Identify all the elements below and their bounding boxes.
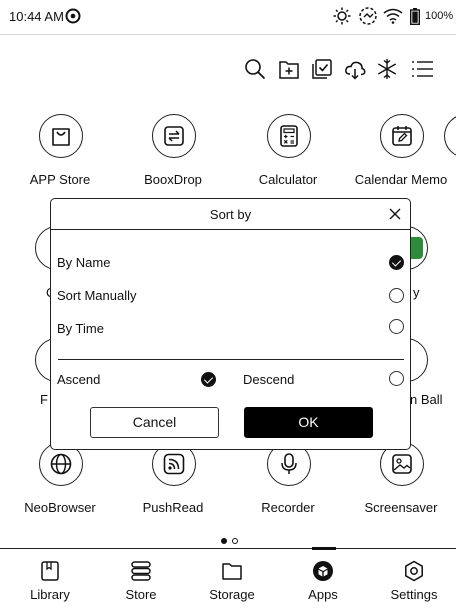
app-label: PushRead bbox=[142, 500, 204, 515]
app-label: Calendar Memo bbox=[354, 172, 448, 187]
apps-cube-icon bbox=[313, 561, 333, 581]
folder-icon bbox=[222, 563, 242, 580]
cloud-icon[interactable] bbox=[344, 58, 366, 80]
order-descend[interactable]: Descend bbox=[237, 369, 410, 393]
add-folder-icon[interactable] bbox=[278, 58, 300, 80]
dialog-title: Sort by bbox=[209, 207, 252, 222]
partial-app-label: y bbox=[413, 285, 420, 300]
sort-dialog: Sort by By Name Sort Manually By Time As… bbox=[50, 198, 411, 450]
nav-library[interactable]: Library bbox=[4, 549, 96, 608]
option-label: Ascend bbox=[57, 372, 101, 387]
option-label: By Name bbox=[57, 255, 111, 270]
calendar-icon bbox=[380, 114, 424, 158]
app-pushread[interactable]: PushRead bbox=[117, 442, 229, 522]
freeze-icon[interactable] bbox=[376, 58, 398, 80]
app-booxdrop[interactable]: BooxDrop bbox=[117, 114, 229, 194]
status-time: 10:44 AM bbox=[9, 9, 64, 24]
library-icon bbox=[41, 561, 59, 581]
dialog-divider bbox=[51, 229, 410, 230]
bottom-nav: Library Store Storage Apps Settings bbox=[0, 547, 456, 608]
menu-icon[interactable] bbox=[410, 58, 433, 80]
option-label: Sort Manually bbox=[57, 288, 137, 303]
app-label: BooxDrop bbox=[144, 172, 202, 187]
nav-apps[interactable]: Apps bbox=[277, 549, 369, 608]
nav-label: Store bbox=[125, 587, 157, 602]
ok-button[interactable]: OK bbox=[244, 407, 373, 438]
app-app-store[interactable]: APP Store bbox=[4, 114, 116, 194]
nav-storage[interactable]: Storage bbox=[186, 549, 278, 608]
page-dot[interactable] bbox=[232, 538, 238, 544]
radio-checked[interactable] bbox=[201, 372, 216, 387]
radio-unchecked[interactable] bbox=[389, 319, 404, 334]
search-icon[interactable] bbox=[244, 58, 266, 80]
app-recorder[interactable]: Recorder bbox=[232, 442, 344, 522]
order-ascend[interactable]: Ascend bbox=[51, 369, 231, 393]
radio-unchecked[interactable] bbox=[389, 288, 404, 303]
app-screensaver[interactable]: Screensaver bbox=[345, 442, 456, 522]
app-neobrowser[interactable]: NeoBrowser bbox=[4, 442, 116, 522]
transfer-icon bbox=[152, 114, 196, 158]
sync-icon bbox=[358, 6, 378, 31]
nav-label: Apps bbox=[308, 587, 338, 602]
no-disturb-icon bbox=[65, 8, 81, 29]
sort-option-sort-manually[interactable]: Sort Manually bbox=[51, 284, 410, 308]
battery-percent: 100% bbox=[425, 10, 454, 22]
calculator-icon bbox=[267, 114, 311, 158]
bag-icon bbox=[39, 114, 83, 158]
battery-icon bbox=[409, 8, 421, 30]
nav-label: Settings bbox=[390, 587, 438, 602]
sort-option-by-name[interactable]: By Name bbox=[51, 251, 410, 275]
store-icon bbox=[131, 561, 151, 581]
cancel-button[interactable]: Cancel bbox=[90, 407, 219, 438]
close-icon[interactable] bbox=[389, 207, 401, 220]
wifi-icon bbox=[383, 8, 403, 29]
page-dot-active bbox=[221, 538, 227, 544]
app-calculator[interactable]: Calculator bbox=[232, 114, 344, 194]
status-bar: 10:44 AM 100% bbox=[0, 0, 456, 35]
brightness-icon bbox=[333, 7, 351, 30]
nav-label: Storage bbox=[209, 587, 255, 602]
app-label: Screensaver bbox=[364, 500, 438, 515]
partial-app-label: n Ball bbox=[410, 392, 443, 407]
partial-app-label: F bbox=[40, 392, 48, 407]
option-label: By Time bbox=[57, 321, 104, 336]
order-divider bbox=[58, 359, 404, 360]
settings-icon bbox=[405, 560, 423, 582]
page-indicator bbox=[221, 531, 243, 549]
nav-store[interactable]: Store bbox=[95, 549, 187, 608]
radio-checked[interactable] bbox=[389, 255, 404, 270]
nav-settings[interactable]: Settings bbox=[368, 549, 456, 608]
nav-label: Library bbox=[30, 587, 70, 602]
app-calendar-memo[interactable]: Calendar Memo bbox=[345, 114, 456, 194]
radio-unchecked[interactable] bbox=[389, 371, 404, 386]
sort-option-by-time[interactable]: By Time bbox=[51, 317, 410, 341]
option-label: Descend bbox=[243, 372, 295, 387]
multi-select-icon[interactable] bbox=[311, 58, 333, 80]
